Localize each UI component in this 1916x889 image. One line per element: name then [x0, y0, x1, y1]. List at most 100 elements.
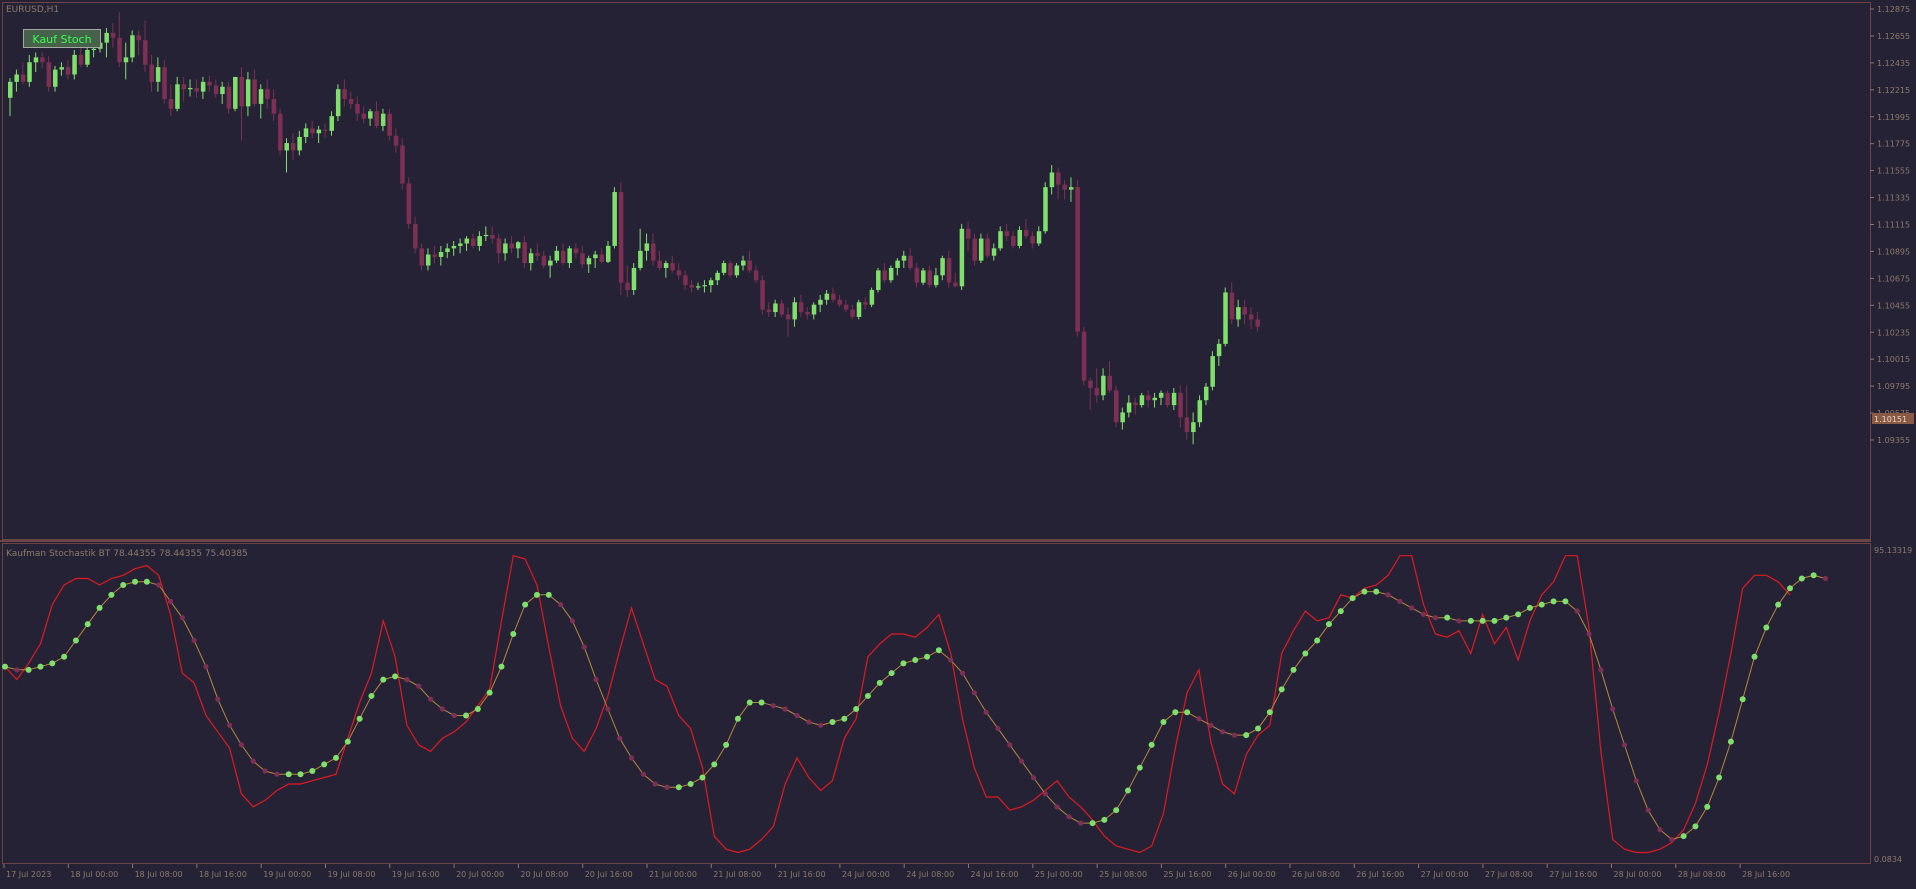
signal-dot	[1633, 778, 1639, 784]
signal-dot	[72, 637, 79, 644]
candle-body	[670, 263, 675, 271]
candle-body	[445, 248, 450, 253]
candle-body	[271, 98, 277, 114]
candle-body	[1197, 400, 1203, 423]
price-tick-label: 1.09355	[1877, 436, 1910, 445]
signal-dot	[1562, 598, 1569, 605]
candle-body	[1158, 392, 1164, 398]
candle-body	[927, 270, 932, 286]
candle-body	[882, 270, 887, 281]
price-tick-label: 1.10015	[1877, 355, 1910, 364]
candle-body	[567, 248, 572, 264]
candle	[618, 182, 624, 295]
candle-body	[503, 243, 508, 254]
signal-dot	[983, 709, 989, 715]
signal-dot	[1432, 615, 1438, 621]
candle-body	[876, 270, 881, 291]
signal-dot	[356, 715, 363, 722]
candle-body	[863, 302, 868, 305]
chart-canvas[interactable]: EURUSD,H1 Kaufman Stochastik BT 78.44355…	[0, 0, 1916, 885]
candle-body	[162, 67, 167, 99]
candle-body	[625, 282, 630, 291]
candle-body	[509, 243, 515, 249]
candle-body	[46, 62, 52, 87]
signal-dot	[853, 705, 860, 712]
signal-dot	[1526, 604, 1533, 611]
candle-body	[380, 113, 386, 126]
candle-body	[856, 302, 862, 317]
signal-dot	[664, 784, 670, 790]
signal-dot	[1716, 774, 1723, 781]
signal-dot	[463, 712, 470, 719]
signal-dot	[203, 663, 209, 670]
candle-body	[181, 84, 187, 90]
signal-dot	[344, 738, 351, 745]
candle-body	[458, 243, 463, 246]
signal-dot	[332, 754, 339, 761]
signal-dot	[321, 761, 328, 768]
signal-dot	[1101, 816, 1108, 823]
candle-body	[123, 57, 129, 63]
candle-body	[258, 89, 264, 104]
candle-body	[239, 76, 244, 107]
candle-body	[676, 270, 682, 276]
candle-body	[278, 113, 283, 151]
candle-body	[683, 275, 688, 286]
signal-dot	[451, 712, 457, 719]
candle-body	[1178, 392, 1183, 418]
time-tick-label: 20 Jul 00:00	[456, 870, 504, 879]
candle-body	[689, 285, 695, 288]
candle-body	[657, 260, 662, 268]
candle-body	[618, 192, 624, 283]
candle-body	[245, 79, 251, 107]
candle-body	[741, 260, 746, 266]
signal-dot	[782, 706, 788, 712]
time-tick-label: 28 Jul 08:00	[1678, 870, 1726, 879]
candle-body	[991, 248, 997, 256]
candle-body	[940, 258, 945, 276]
signal-dot	[1420, 611, 1427, 618]
candle-body	[387, 113, 392, 136]
signal-dot	[1645, 807, 1651, 813]
signal-dot	[1349, 595, 1356, 602]
candle-body	[966, 228, 971, 239]
candle-body	[413, 223, 418, 249]
candle-body	[368, 111, 373, 119]
candle-body	[831, 293, 836, 300]
candle-body	[1101, 375, 1106, 396]
candle-body	[451, 245, 457, 249]
signal-dot	[486, 689, 493, 696]
candle-body	[310, 128, 315, 134]
candle-body	[728, 263, 733, 276]
candle-body	[438, 252, 444, 257]
candle-body	[837, 299, 842, 305]
signal-dot	[108, 591, 115, 598]
signal-dot	[1491, 617, 1498, 624]
signal-dot	[593, 677, 599, 683]
signal-dot	[569, 618, 576, 624]
candle-body	[1043, 187, 1048, 232]
kauf-stoch-button[interactable]: Kauf Stoch	[23, 29, 101, 48]
signal-dot	[238, 742, 245, 748]
price-tick-label: 1.09795	[1877, 382, 1910, 391]
candle	[1223, 287, 1228, 347]
candle-body	[1171, 392, 1177, 406]
signal-dot	[1692, 823, 1699, 830]
candle-body	[1248, 314, 1254, 320]
signal-dot	[1302, 650, 1309, 657]
candle-body	[117, 37, 122, 63]
candle-body	[483, 234, 489, 237]
candle-body	[207, 81, 212, 86]
candle-body	[1068, 187, 1074, 190]
candle	[1081, 326, 1087, 386]
indicator-axis-top: 95.13319	[1874, 546, 1912, 555]
signal-dot	[1503, 614, 1510, 621]
candle-body	[734, 265, 740, 276]
candle-body	[1062, 184, 1068, 190]
candle-body	[644, 243, 650, 251]
candle-body	[888, 267, 894, 281]
candle-body	[213, 85, 219, 95]
candle-body	[541, 255, 547, 266]
signal-dot	[818, 722, 824, 728]
signal-dot	[522, 601, 529, 608]
